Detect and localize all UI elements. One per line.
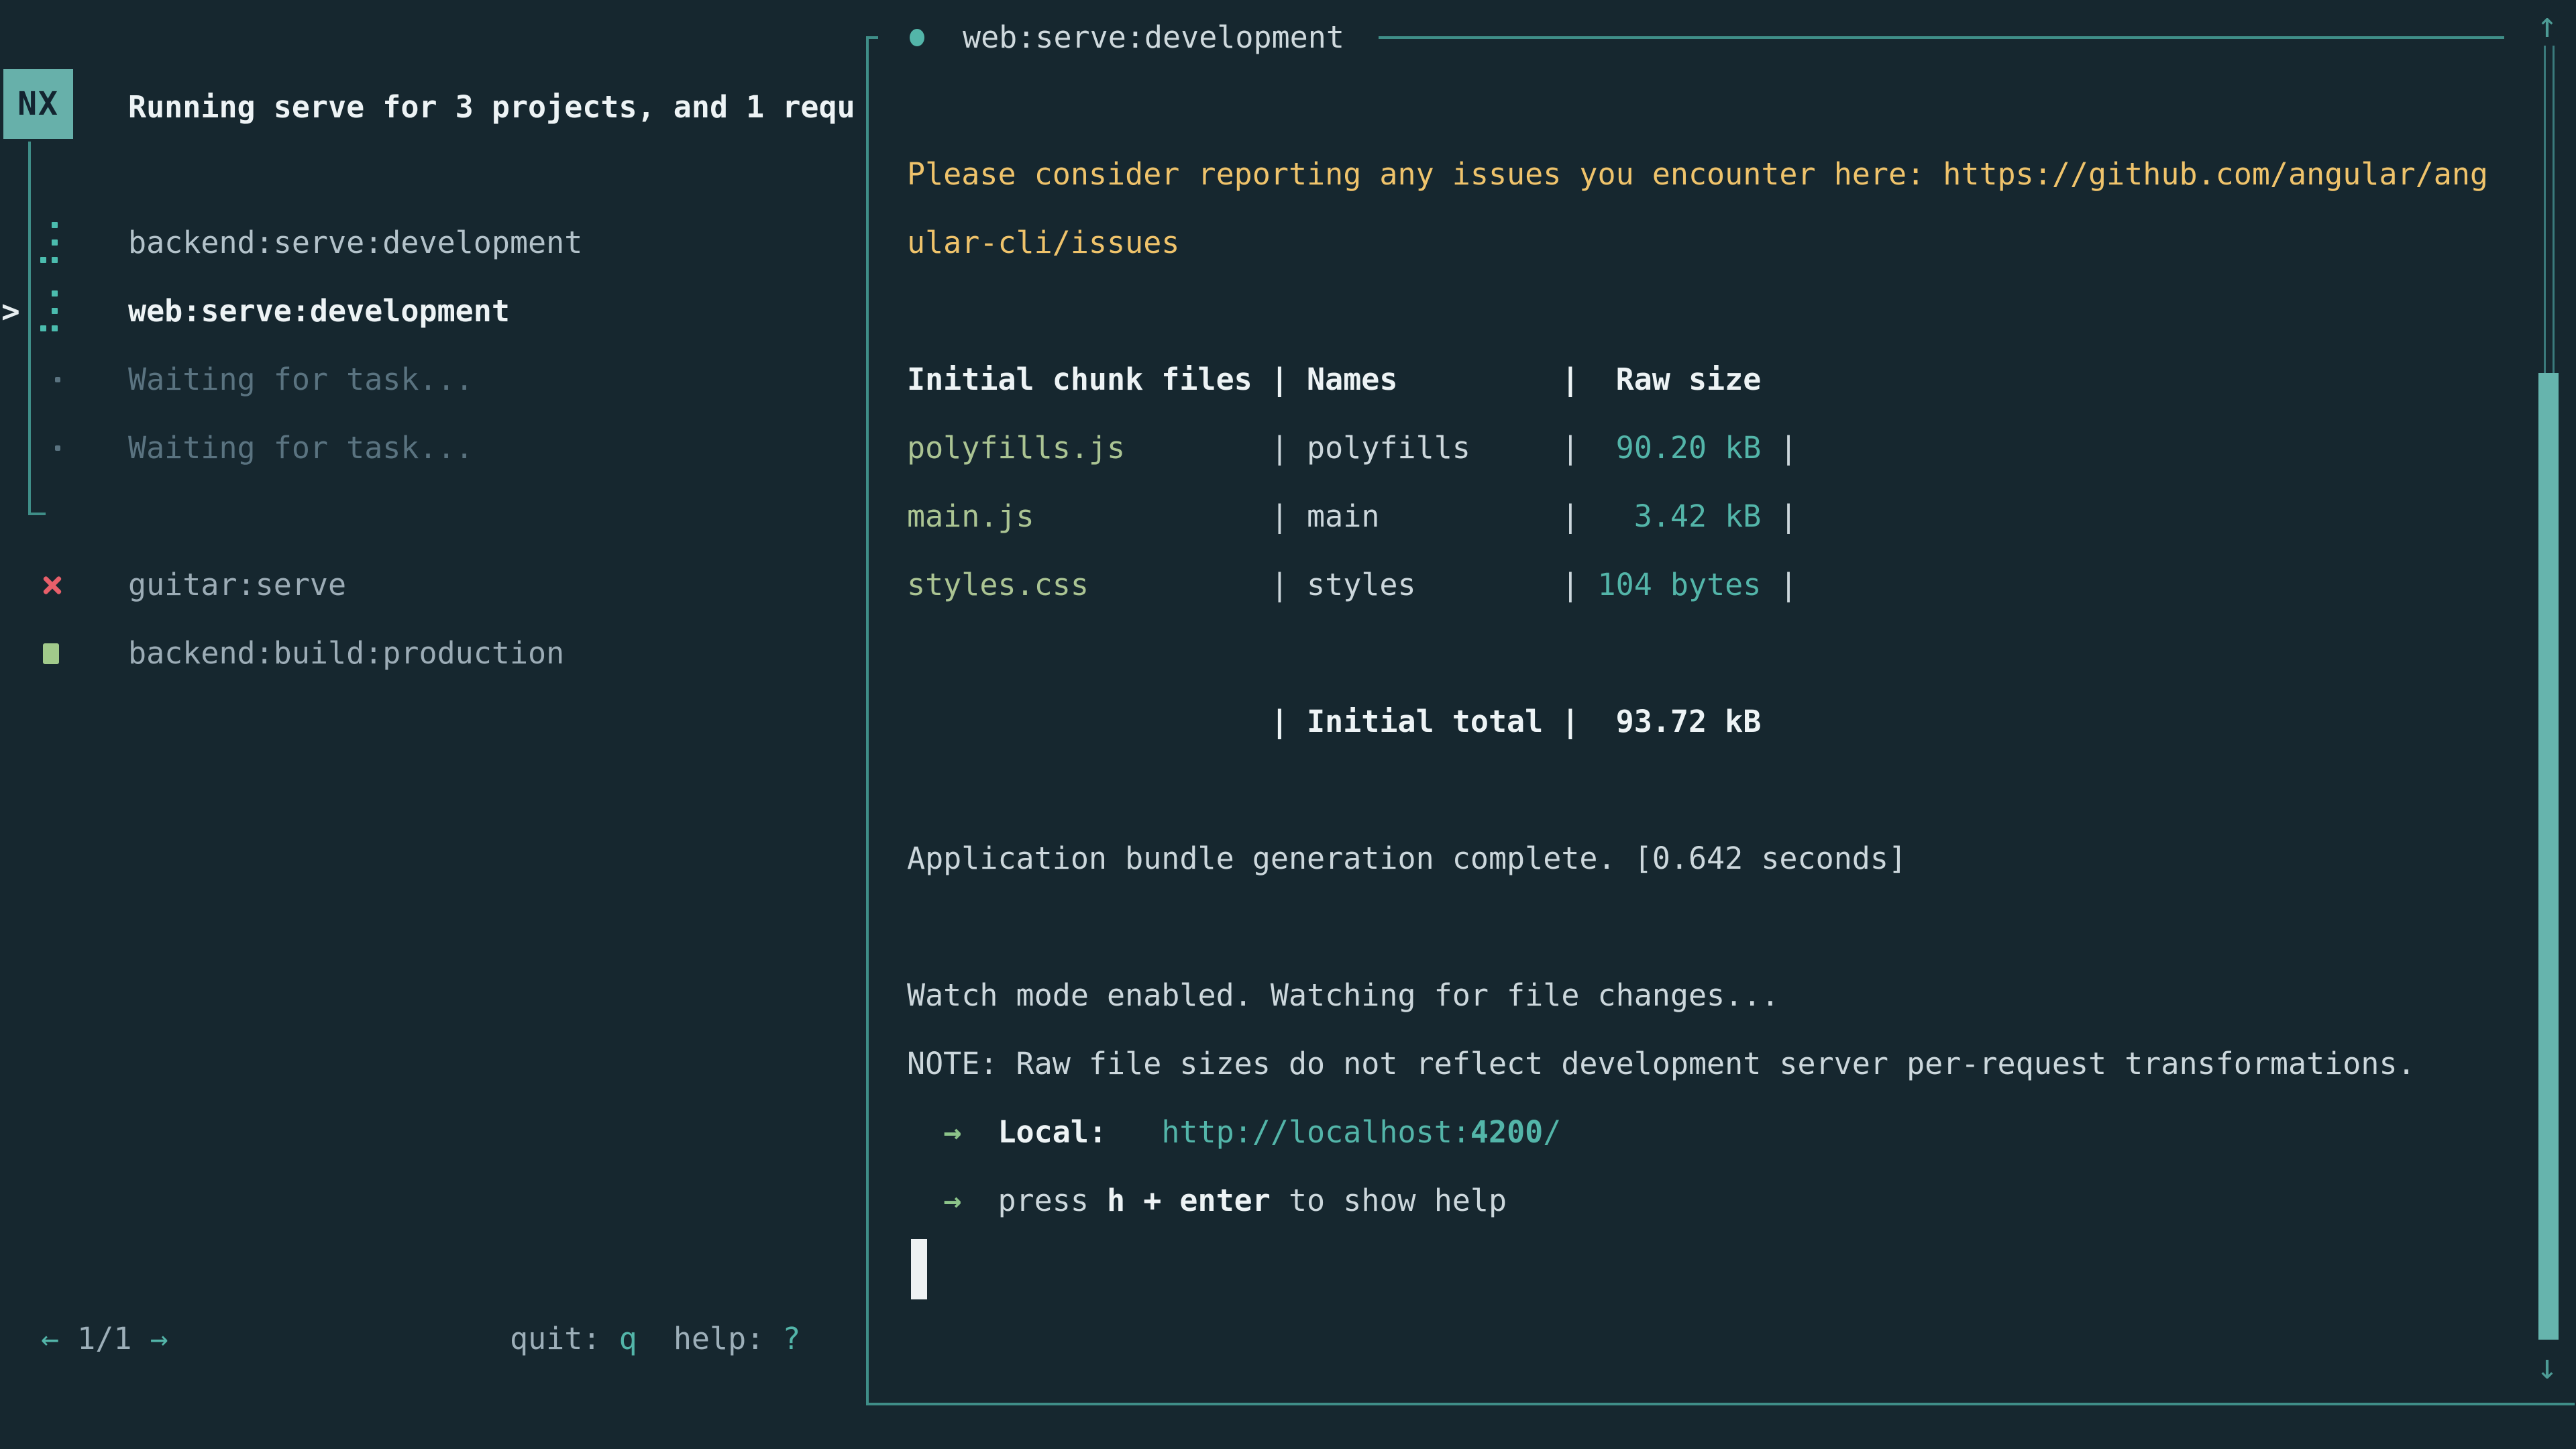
nx-logo-badge: NX: [3, 69, 73, 139]
panel-left-border: [866, 36, 869, 1405]
sidebar-item-web-serve-development[interactable]: > web:serve:development: [0, 277, 864, 345]
text-segment: [637, 1321, 674, 1356]
hotkey-hints: quit: q help: ?: [510, 1305, 801, 1373]
spinner-icon: [40, 290, 59, 332]
text-segment: 3.42 kB: [1579, 498, 1761, 534]
help-hint-line: → press h + enter to show help: [907, 1167, 1507, 1235]
sidebar-item-backend-serve-development[interactable]: backend:serve:development: [0, 209, 864, 277]
task-label: Waiting for task...: [128, 345, 474, 414]
text-segment: polyfills.js: [907, 430, 1271, 466]
text-segment: |: [1761, 498, 1797, 534]
sidebar-item-backend-build-production[interactable]: backend:build:production: [0, 619, 864, 688]
page-indicator: 1/1: [59, 1321, 150, 1356]
local-url-line: → Local: http://localhost:4200/: [907, 1098, 1561, 1167]
sidebar-item-waiting-for-task-[interactable]: Waiting for task...: [0, 345, 864, 414]
task-label: backend:serve:development: [128, 209, 582, 277]
local-url-port[interactable]: 4200: [1470, 1114, 1543, 1150]
panel-top-border-start: [866, 36, 878, 39]
page-prev-icon[interactable]: ←: [41, 1321, 59, 1356]
pagination-control: ← 1/1 →: [41, 1305, 168, 1373]
text-segment: |: [1761, 430, 1797, 466]
selected-chevron-icon: >: [1, 277, 20, 345]
error-x-icon: [42, 575, 63, 595]
text-segment: | Initial total | 93.72 kB: [907, 704, 1761, 739]
watch-mode-line: Watch mode enabled. Watching for file ch…: [907, 961, 1779, 1030]
chunk-table-row-polyfills: polyfills.js | polyfills | 90.20 kB |: [907, 414, 1798, 482]
text-segment: polyfills: [1307, 430, 1561, 466]
issue-report-line-2: ular-cli/issues: [907, 209, 1179, 277]
help-hint-label: help:: [674, 1321, 783, 1356]
task-label: backend:build:production: [128, 619, 564, 688]
bundle-complete-line: Application bundle generation complete. …: [907, 824, 1907, 893]
text-segment: Please consider reporting any issues you…: [907, 156, 2488, 192]
task-label: guitar:serve: [128, 551, 346, 619]
chunk-table-row-main: main.js | main | 3.42 kB |: [907, 482, 1798, 551]
terminal-output: Please consider reporting any issues you…: [907, 0, 2512, 1442]
local-url-slash[interactable]: /: [1543, 1114, 1561, 1150]
quit-hint-label: quit:: [510, 1321, 619, 1356]
text-segment: |: [1271, 567, 1307, 602]
local-label: Local:: [998, 1114, 1107, 1150]
page-title: Running serve for 3 projects, and 1 requ: [128, 73, 863, 142]
chunk-table-total: | Initial total | 93.72 kB: [907, 688, 1761, 756]
text-segment: |: [1561, 498, 1579, 534]
text-segment: |: [1271, 498, 1307, 534]
text-segment: styles.css: [907, 567, 1271, 602]
text-segment: [961, 1183, 998, 1218]
text-segment: [1107, 1114, 1161, 1150]
text-segment: |: [1561, 567, 1579, 602]
task-tree-corner: [28, 513, 46, 515]
text-segment: styles: [1307, 567, 1561, 602]
spinner-icon: [40, 222, 59, 264]
prompt-arrow-icon: →: [943, 1183, 961, 1218]
text-segment: 104 bytes: [1579, 567, 1761, 602]
text-segment: |: [1561, 430, 1579, 466]
text-segment: main.js: [907, 498, 1271, 534]
text-segment: [907, 1183, 943, 1218]
terminal-cursor: [911, 1239, 927, 1299]
text-segment: [907, 1114, 943, 1150]
nx-logo-label: NX: [17, 85, 59, 123]
note-line: NOTE: Raw file sizes do not reflect deve…: [907, 1030, 2416, 1098]
nx-tui-app: { "theme": { "background": "#16272f", "a…: [0, 0, 2576, 1449]
scroll-up-icon[interactable]: ↑: [2530, 5, 2564, 46]
scrollbar-thumb[interactable]: [2538, 373, 2559, 1340]
text-segment: to show help: [1271, 1183, 1507, 1218]
text-segment: NOTE: Raw file sizes do not reflect deve…: [907, 1046, 2416, 1081]
sidebar-item-guitar-serve[interactable]: guitar:serve: [0, 551, 864, 619]
local-url-link[interactable]: http://localhost:: [1161, 1114, 1470, 1150]
chunk-table-header: Initial chunk files | Names | Raw size: [907, 345, 1761, 414]
text-segment: press: [998, 1183, 1107, 1218]
text-segment: Initial chunk files | Names | Raw size: [907, 362, 1761, 397]
task-label: Waiting for task...: [128, 414, 474, 482]
help-keys: h + enter: [1107, 1183, 1271, 1218]
issue-report-line-1: Please consider reporting any issues you…: [907, 140, 2488, 209]
text-segment: |: [1761, 567, 1797, 602]
page-next-icon[interactable]: →: [150, 1321, 168, 1356]
chunk-table-row-styles: styles.css | styles | 104 bytes |: [907, 551, 1798, 619]
text-segment: [961, 1114, 998, 1150]
waiting-dot-icon: [55, 377, 60, 382]
text-segment: Watch mode enabled. Watching for file ch…: [907, 977, 1779, 1013]
sidebar-item-waiting-for-task-[interactable]: Waiting for task...: [0, 414, 864, 482]
help-key: ?: [782, 1321, 800, 1356]
task-label: web:serve:development: [128, 277, 510, 345]
text-segment: ular-cli/issues: [907, 225, 1179, 260]
scroll-down-icon[interactable]: ↓: [2530, 1347, 2564, 1387]
text-segment: 90.20 kB: [1579, 430, 1761, 466]
prompt-arrow-icon: →: [943, 1114, 961, 1150]
success-square-icon: [43, 643, 59, 664]
text-segment: Application bundle generation complete. …: [907, 841, 1907, 876]
text-segment: |: [1271, 430, 1307, 466]
text-segment: main: [1307, 498, 1561, 534]
quit-key: q: [619, 1321, 637, 1356]
scrollbar-track[interactable]: [2544, 46, 2555, 373]
waiting-dot-icon: [55, 445, 60, 451]
